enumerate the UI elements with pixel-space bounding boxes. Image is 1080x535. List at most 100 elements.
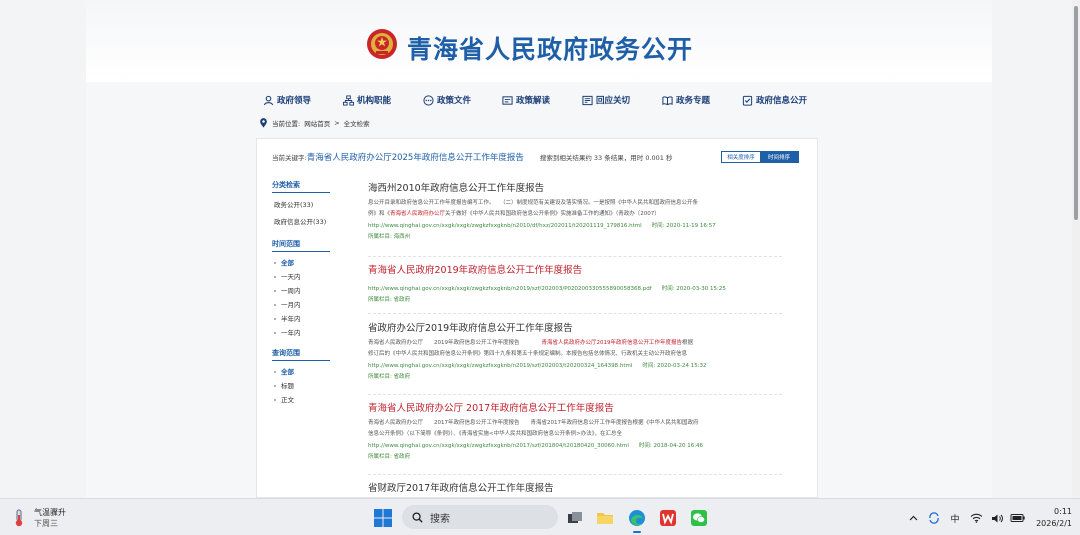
nav-label: 机构职能 <box>357 96 392 106</box>
time-filter-heading: 时间范围 <box>272 239 330 252</box>
result-url-link[interactable]: http://www.qinghai.gov.cn/xxgk/xxgk/zwgk… <box>368 443 629 449</box>
result-meta: http://www.qinghai.gov.cn/xxgk/xxgk/zwgk… <box>368 284 782 295</box>
time-filter-item[interactable]: 全部 <box>274 257 294 267</box>
nav-item-policy-docs[interactable]: 政策文件 <box>423 93 471 107</box>
nav-item-info-disclosure[interactable]: 政府信息公开 <box>742 93 807 107</box>
divider <box>368 313 782 314</box>
result-column: 所属栏目: 省政府 <box>368 297 411 303</box>
search-placeholder: 搜索 <box>430 513 450 525</box>
nav-label: 政府领导 <box>277 96 312 106</box>
time-filter-item[interactable]: 一周内 <box>274 285 301 295</box>
divider <box>368 256 782 257</box>
task-view-button[interactable] <box>564 507 586 529</box>
category-filter-heading: 分类检索 <box>272 180 330 193</box>
result-snippet: 信息公开条例》（以下简称《条例》）、《青海省实施<中华人民共和国政府信息公开条例… <box>368 430 622 437</box>
scope-filter-item[interactable]: 全部 <box>274 366 294 376</box>
result-snippet: 青海省人民政府办公厅 2019年政府信息公开工作年度报告 青海省人民政府办公厅2… <box>368 340 694 346</box>
time-filter-item[interactable]: 一年内 <box>274 327 301 337</box>
result-title-link[interactable]: 省政府办公厅2019年政府信息公开工作年度报告 <box>368 320 782 334</box>
folder-icon <box>597 513 613 524</box>
vertical-scrollbar[interactable] <box>1072 0 1080 498</box>
nav-item-policy-interpretation[interactable]: 政策解读 <box>502 93 550 107</box>
result-title-link[interactable]: 青海省人民政府2019年政府信息公开工作年度报告 <box>368 262 782 276</box>
taskbar-search-box[interactable]: 搜索 <box>402 505 558 529</box>
breadcrumb-prefix: 当前位置: <box>272 120 301 128</box>
divider <box>368 474 782 475</box>
result-url-link[interactable]: http://www.qinghai.gov.cn/xxgk/xxgk/zwgk… <box>368 223 642 229</box>
file-explorer-button[interactable] <box>594 507 616 529</box>
wifi-icon[interactable] <box>968 510 984 526</box>
taskbar: 气温骤升 下周三 搜索 中 0:11 2026/2/1 <box>0 498 1080 535</box>
windows-start-icon[interactable] <box>373 508 393 528</box>
result-snippet: 例》和《青海省人民政府办公厅关于做好《中华人民共和国政府信息公开条例》实施准备工… <box>368 210 660 217</box>
sort-toggle: 相关度排序 时间排序 <box>721 151 799 163</box>
sync-icon[interactable] <box>926 510 942 526</box>
book-icon <box>662 95 673 105</box>
result-title-link[interactable]: 海西州2010年政府信息公开工作年度报告 <box>368 180 782 194</box>
breadcrumb-current: 全文检索 <box>343 120 370 128</box>
scope-filter-item[interactable]: 正文 <box>274 394 294 404</box>
wps-office-button[interactable] <box>657 507 679 529</box>
time-filter-item[interactable]: 一月内 <box>274 299 301 309</box>
sort-by-relevance-button[interactable]: 相关度排序 <box>722 152 760 162</box>
result-item: 青海省人民政府办公厅 2017年政府信息公开工作年度报告 青海省人民政府办公厅 … <box>368 400 782 463</box>
result-title-link[interactable]: 省财政厅2017年政府信息公开工作年度报告 <box>368 480 782 494</box>
category-filter-item[interactable]: 政务公开(33) <box>274 199 313 209</box>
browser-viewport: 青海省人民政府政务公开 政府领导 机构职能 政策文件 政策解读 回应关切 政务专… <box>0 0 1080 498</box>
result-column: 所属栏目: 海西州 <box>368 234 411 240</box>
category-filter-item[interactable]: 政府信息公开(33) <box>274 216 326 226</box>
nav-label: 回应关切 <box>596 96 631 106</box>
breadcrumb-home-link[interactable]: 网站首页 <box>304 118 330 128</box>
wps-icon <box>660 510 676 526</box>
org-chart-icon <box>343 94 354 106</box>
thermometer-icon <box>15 509 23 527</box>
result-url-link[interactable]: http://www.qinghai.gov.cn/xxgk/xxgk/zwgk… <box>368 363 632 369</box>
wechat-icon <box>691 510 707 526</box>
divider <box>368 394 782 395</box>
result-column: 所属栏目: 省政府 <box>368 374 411 380</box>
volume-icon[interactable] <box>989 510 1005 526</box>
input-method-indicator[interactable]: 中 <box>947 510 963 526</box>
nav-label: 政策解读 <box>516 96 551 106</box>
edge-browser-button[interactable] <box>626 507 648 533</box>
time-filter-item[interactable]: 一天内 <box>274 271 301 281</box>
national-emblem-icon[interactable] <box>366 28 398 60</box>
search-keyword: 青海省人民政府办公厅2025年政府信息公开工作年度报告 <box>306 153 524 163</box>
nav-item-response[interactable]: 回应关切 <box>582 93 630 107</box>
main-nav: 政府领导 机构职能 政策文件 政策解读 回应关切 政务专题 政府信息公开 <box>256 93 816 107</box>
result-meta: http://www.qinghai.gov.cn/xxgk/xxgk/zwgk… <box>368 441 782 452</box>
result-snippet: 修订后的《中华人民共和国政府信息公开条例》第四十九条和第五十条规定编制。本报告包… <box>368 350 688 357</box>
scrollbar-thumb[interactable] <box>1074 6 1078 220</box>
chevron-up-icon[interactable] <box>905 510 921 526</box>
result-item: 青海省人民政府2019年政府信息公开工作年度报告 http://www.qing… <box>368 262 782 306</box>
result-count: 搜索到相关结果约 33 条结果，用时 0.001 秒 <box>539 154 673 162</box>
clock-date: 2026/2/1 <box>1036 519 1072 528</box>
site-title[interactable]: 青海省人民政府政务公开 <box>407 30 693 66</box>
nav-label: 政府信息公开 <box>756 96 808 106</box>
document-read-icon <box>502 95 513 105</box>
checklist-icon <box>742 95 753 106</box>
result-time: 时间: 2018-04-20 16:46 <box>638 443 704 449</box>
nav-item-leaders[interactable]: 政府领导 <box>263 93 311 107</box>
search-summary: 当前关键字: 青海省人民政府办公厅2025年政府信息公开工作年度报告 搜索到相关… <box>272 151 673 163</box>
sort-by-time-button[interactable]: 时间排序 <box>760 152 798 162</box>
person-icon <box>263 95 274 105</box>
result-item: 省财政厅2017年政府信息公开工作年度报告 <box>368 480 782 494</box>
result-item: 海西州2010年政府信息公开工作年度报告 息公开目录和政府信息公开工作年度报告编… <box>368 180 782 243</box>
result-time: 时间: 2020-03-24 15:32 <box>642 363 707 369</box>
wechat-button[interactable] <box>688 507 710 529</box>
result-url-link[interactable]: http://www.qinghai.gov.cn/xxgk/xxgk/zwgk… <box>368 286 652 292</box>
scope-filter-item[interactable]: 标题 <box>274 380 294 390</box>
system-clock[interactable]: 0:11 2026/2/1 <box>1032 506 1072 530</box>
battery-icon[interactable] <box>1010 510 1026 526</box>
result-title-link[interactable]: 青海省人民政府办公厅 2017年政府信息公开工作年度报告 <box>368 400 782 414</box>
nav-item-institutions[interactable]: 机构职能 <box>343 93 391 107</box>
weather-widget[interactable]: 气温骤升 下周三 <box>12 507 66 529</box>
task-view-icon <box>568 512 582 523</box>
result-meta: http://www.qinghai.gov.cn/xxgk/xxgk/zwgk… <box>368 221 782 232</box>
weather-subtitle: 下周三 <box>34 519 58 528</box>
scope-filter-heading: 查询范围 <box>272 348 330 361</box>
nav-item-topics[interactable]: 政务专题 <box>662 93 710 107</box>
result-time: 时间: 2020-11-19 16:57 <box>651 223 716 229</box>
time-filter-item[interactable]: 半年内 <box>274 313 301 323</box>
